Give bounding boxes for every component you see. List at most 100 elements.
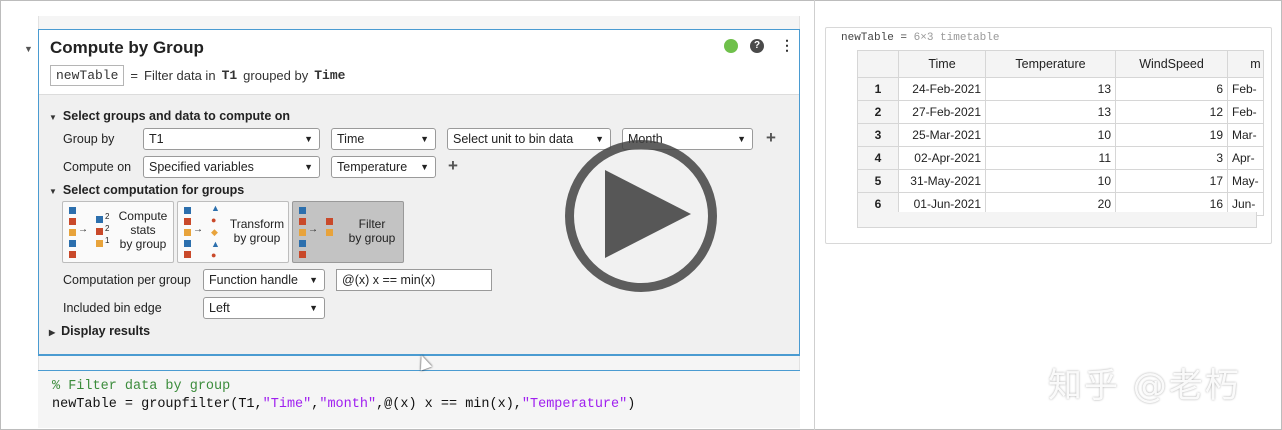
table-cell[interactable]: 27-Feb-2021	[898, 100, 986, 124]
section-display-results[interactable]: ▶ Display results	[49, 324, 150, 338]
table-cell[interactable]: 13	[985, 100, 1116, 124]
summary-table: T1	[221, 68, 238, 83]
group-by-table-dropdown[interactable]: T1	[143, 128, 320, 150]
tile-icon-square	[184, 229, 191, 236]
code-block[interactable]: % Filter data by group newTable = groupf…	[38, 370, 800, 428]
tile-icon-square	[326, 218, 333, 225]
arrow-icon: →	[78, 224, 88, 235]
section-collapsed-icon: ▶	[49, 328, 56, 337]
section-computation[interactable]: ▼ Select computation for groups	[49, 183, 244, 197]
filter-by-group-tile[interactable]: → Filter by group	[292, 201, 404, 263]
column-header[interactable]: Temperature	[985, 50, 1116, 78]
section-groups-data-label: Select groups and data to compute on	[62, 109, 291, 123]
table-cell[interactable]: 24-Feb-2021	[898, 77, 986, 101]
arrow-icon: →	[308, 224, 318, 235]
task-summary: newTable = Filter data in T1 grouped by …	[50, 65, 345, 86]
table-row[interactable]: 2 27-Feb-2021 13 12 Feb-	[857, 100, 1264, 124]
table-cell[interactable]: 10	[985, 123, 1116, 147]
code-string: "month"	[319, 397, 377, 412]
table-cell[interactable]: 13	[985, 77, 1116, 101]
section-expanded-icon: ▼	[49, 113, 57, 122]
help-icon[interactable]: ?	[750, 39, 764, 53]
transform-by-group-tile[interactable]: → ▲ ● ◆ ▲ ● Transform by group	[177, 201, 289, 263]
tile-icon-square	[299, 207, 306, 214]
compute-stats-tile[interactable]: → 2 2 1 Compute stats by group	[62, 201, 174, 263]
table-cell[interactable]: 02-Apr-2021	[898, 146, 986, 170]
table-cell[interactable]: Feb-	[1227, 100, 1264, 124]
play-icon[interactable]	[605, 170, 691, 258]
computation-type-dropdown[interactable]: Function handle	[203, 269, 325, 291]
code-string: "Temperature"	[521, 397, 628, 412]
tile-label-line: by group	[119, 237, 167, 251]
row-index-cell[interactable]: 3	[857, 123, 899, 147]
output-table[interactable]: Time Temperature WindSpeed m 1 24-Feb-202…	[857, 50, 1264, 216]
row-index-cell[interactable]: 1	[857, 77, 899, 101]
table-cell[interactable]: 11	[985, 146, 1116, 170]
summary-mid: grouped by	[243, 68, 309, 83]
tile-label-line: Transform	[229, 217, 285, 231]
column-header[interactable]: Time	[898, 50, 986, 78]
function-handle-input[interactable]: @(x) x == min(x)	[336, 269, 492, 291]
table-cell[interactable]: May-	[1227, 169, 1264, 193]
tile-icon-square	[326, 229, 333, 236]
compute-on-variable-dropdown[interactable]: Temperature	[331, 156, 436, 178]
row-index-cell[interactable]: 4	[857, 146, 899, 170]
table-cell[interactable]: 3	[1115, 146, 1228, 170]
output-equals: =	[900, 32, 908, 44]
tile-label: Compute stats by group	[113, 209, 173, 251]
table-cell[interactable]: 31-May-2021	[898, 169, 986, 193]
table-row[interactable]: 4 02-Apr-2021 11 3 Apr-	[857, 146, 1264, 170]
table-cell[interactable]: 6	[1115, 77, 1228, 101]
compute-on-label: Compute on	[63, 160, 132, 174]
add-group-button[interactable]: +	[766, 128, 776, 148]
tile-icon-square	[69, 218, 76, 225]
circle-icon: ●	[211, 250, 217, 260]
triangle-icon: ▲	[211, 203, 220, 213]
collapse-task-icon[interactable]: ▼	[24, 44, 33, 54]
tile-icon-square	[184, 251, 191, 258]
output-var-name: newTable	[841, 32, 894, 44]
column-header[interactable]: WindSpeed	[1115, 50, 1228, 78]
table-cell[interactable]: 25-Mar-2021	[898, 123, 986, 147]
code-token: newTable = groupfilter(T1,	[52, 397, 263, 412]
more-options-icon[interactable]: ⋮	[780, 37, 794, 54]
tile-label: Transform by group	[225, 217, 289, 245]
output-dimensions: 6×3 timetable	[913, 32, 1000, 44]
row-index-cell[interactable]: 5	[857, 169, 899, 193]
computation-per-group-label: Computation per group	[63, 273, 191, 287]
table-cell[interactable]: Mar-	[1227, 123, 1264, 147]
table-row[interactable]: 3 25-Mar-2021 10 19 Mar-	[857, 123, 1264, 147]
table-row[interactable]: 5 31-May-2021 10 17 May-	[857, 169, 1264, 193]
row-index-cell[interactable]: 2	[857, 100, 899, 124]
table-cell[interactable]: Feb-	[1227, 77, 1264, 101]
summary-prefix: Filter data in	[144, 68, 216, 83]
add-variable-button[interactable]: +	[448, 156, 458, 176]
group-by-label: Group by	[63, 132, 115, 146]
tile-icon-square	[69, 207, 76, 214]
tile-digit: 2	[105, 224, 110, 233]
pane-separator[interactable]	[814, 0, 815, 430]
tile-label: Filter by group	[340, 217, 404, 245]
tile-icon-square	[299, 240, 306, 247]
table-cell[interactable]: Apr-	[1227, 146, 1264, 170]
table-cell[interactable]: 10	[985, 169, 1116, 193]
group-by-variable-dropdown[interactable]: Time	[331, 128, 436, 150]
table-row[interactable]: 1 24-Feb-2021 13 6 Feb-	[857, 77, 1264, 101]
tile-icon-square	[96, 240, 103, 247]
column-header[interactable]: m	[1227, 50, 1264, 78]
table-scrollbar[interactable]	[857, 212, 1257, 228]
bin-edge-dropdown[interactable]: Left	[203, 297, 325, 319]
summary-variable: Time	[314, 68, 346, 83]
equals-sign: =	[130, 68, 139, 83]
output-variable-field[interactable]: newTable	[50, 65, 125, 86]
section-groups-data[interactable]: ▼ Select groups and data to compute on	[49, 109, 290, 123]
compute-on-mode-dropdown[interactable]: Specified variables	[143, 156, 320, 178]
tile-icon-square	[299, 251, 306, 258]
bin-unit-dropdown[interactable]: Select unit to bin data	[447, 128, 611, 150]
output-header: newTable = 6×3 timetable	[841, 32, 999, 44]
tile-digit: 2	[105, 212, 110, 221]
table-cell[interactable]: 17	[1115, 169, 1228, 193]
tile-icon-square	[69, 251, 76, 258]
table-cell[interactable]: 19	[1115, 123, 1228, 147]
table-cell[interactable]: 12	[1115, 100, 1228, 124]
